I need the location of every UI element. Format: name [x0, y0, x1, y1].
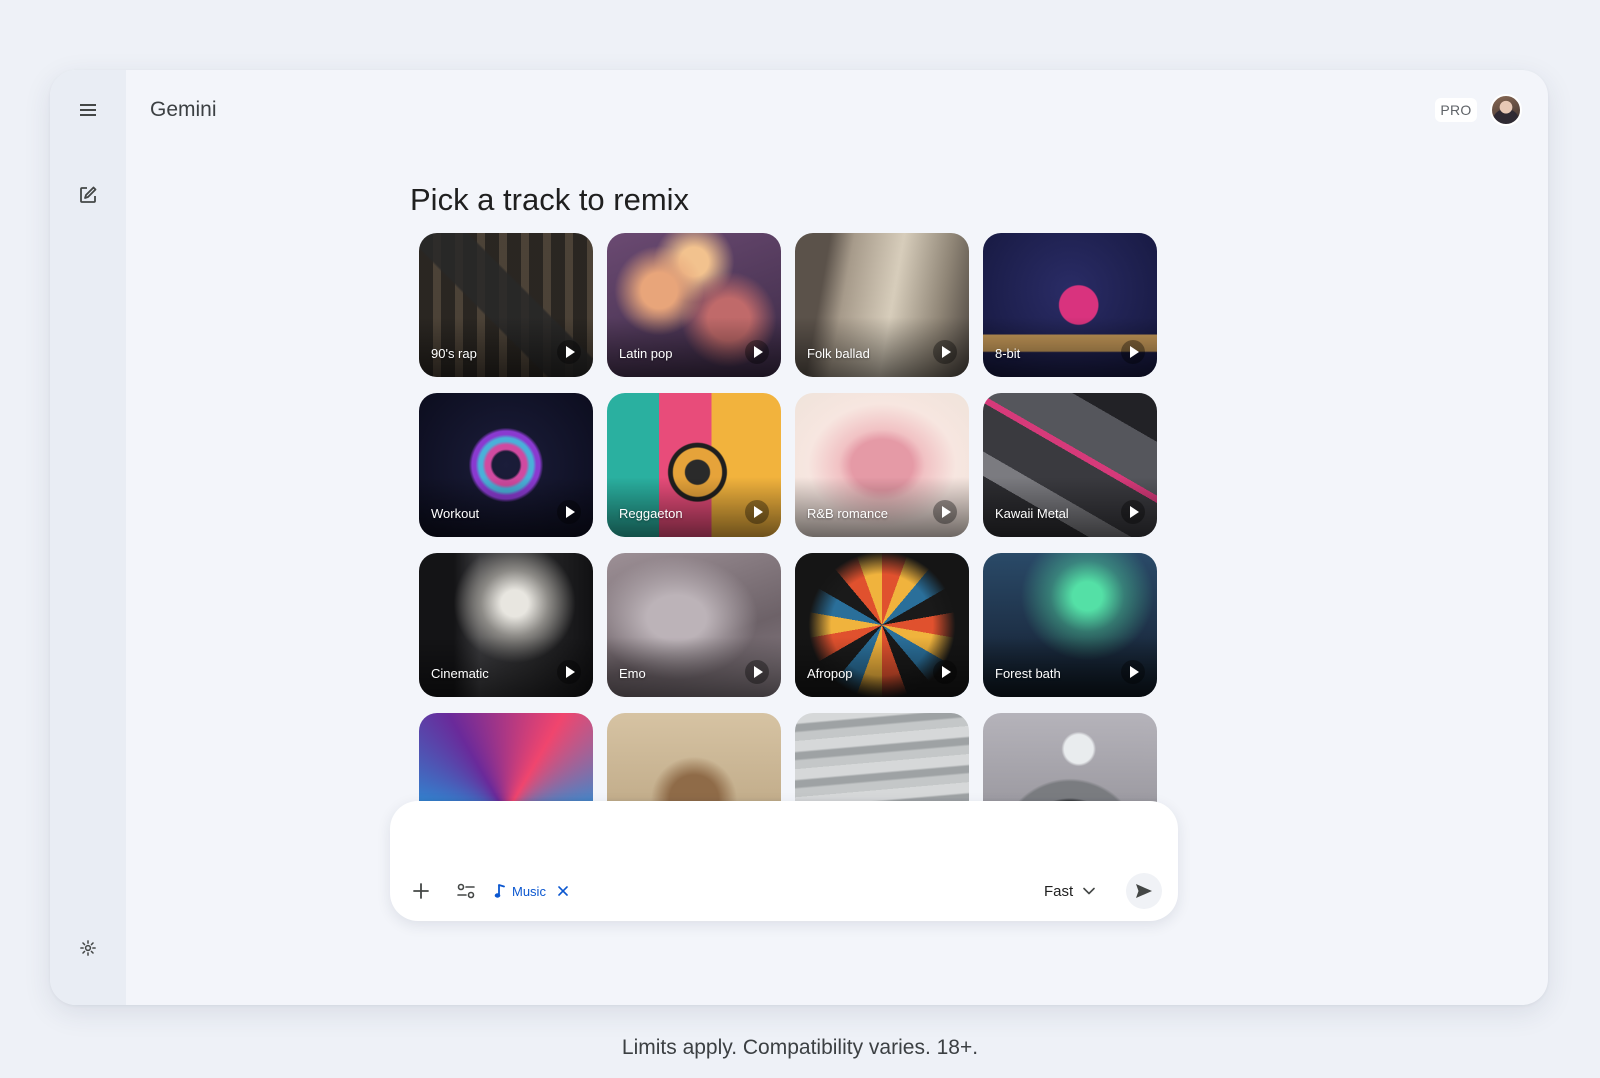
- track-card[interactable]: Latin pop: [607, 233, 781, 377]
- model-selector[interactable]: Fast: [1044, 877, 1095, 905]
- track-card[interactable]: Afropop: [795, 553, 969, 697]
- new-chat-button[interactable]: [68, 175, 108, 215]
- track-card[interactable]: Kawaii Metal: [983, 393, 1157, 537]
- music-chip-label: Music: [512, 883, 546, 899]
- gear-icon: [80, 940, 96, 956]
- tools-icon: [457, 883, 475, 899]
- play-icon[interactable]: [1121, 660, 1145, 684]
- track-label: Folk ballad: [807, 346, 870, 361]
- send-icon: [1136, 884, 1152, 898]
- music-tool-chip[interactable]: Music: [494, 877, 568, 905]
- track-card[interactable]: R&B romance: [795, 393, 969, 537]
- track-grid: 90's rap Latin pop Folk ballad 8-bit Wor…: [419, 233, 1159, 803]
- track-card[interactable]: [607, 713, 781, 803]
- track-card[interactable]: [419, 713, 593, 803]
- menu-button[interactable]: [68, 90, 108, 130]
- play-icon[interactable]: [1121, 500, 1145, 524]
- remove-chip-button[interactable]: [558, 886, 568, 896]
- track-label: Cinematic: [431, 666, 489, 681]
- chevron-down-icon: [1083, 887, 1095, 895]
- music-note-icon: [494, 884, 505, 898]
- settings-button[interactable]: [68, 928, 108, 968]
- avatar[interactable]: [1490, 94, 1522, 126]
- prompt-input[interactable]: [414, 817, 1158, 859]
- prompt-composer: Music Fast: [390, 801, 1178, 921]
- track-label: Kawaii Metal: [995, 506, 1069, 521]
- app-title: Gemini: [150, 98, 217, 121]
- track-label: R&B romance: [807, 506, 888, 521]
- track-label: Latin pop: [619, 346, 673, 361]
- play-icon[interactable]: [745, 500, 769, 524]
- play-icon[interactable]: [745, 660, 769, 684]
- play-icon[interactable]: [933, 660, 957, 684]
- plus-icon: [413, 883, 429, 899]
- track-label: Afropop: [807, 666, 853, 681]
- track-label: Forest bath: [995, 666, 1061, 681]
- model-label: Fast: [1044, 882, 1074, 900]
- menu-icon: [80, 104, 96, 116]
- play-icon[interactable]: [745, 340, 769, 364]
- sidebar-rail: [50, 70, 126, 1005]
- edit-icon: [80, 186, 97, 203]
- track-label: Emo: [619, 666, 646, 681]
- track-card[interactable]: Reggaeton: [607, 393, 781, 537]
- app-window: Gemini PRO Pick a track to remix 90's ra…: [50, 70, 1548, 1005]
- tools-button[interactable]: [448, 873, 484, 909]
- track-label: Reggaeton: [619, 506, 683, 521]
- track-label: Workout: [431, 506, 480, 521]
- play-icon[interactable]: [557, 500, 581, 524]
- disclaimer-text: Limits apply. Compatibility varies. 18+.: [621, 1036, 979, 1059]
- track-card[interactable]: Folk ballad: [795, 233, 969, 377]
- send-button[interactable]: [1126, 873, 1162, 909]
- pro-badge: PRO: [1435, 98, 1477, 122]
- close-icon: [558, 886, 568, 896]
- track-label: 90's rap: [431, 346, 477, 361]
- track-card[interactable]: 90's rap: [419, 233, 593, 377]
- play-icon[interactable]: [557, 340, 581, 364]
- track-label: 8-bit: [995, 346, 1021, 361]
- add-button[interactable]: [403, 873, 439, 909]
- track-card[interactable]: [983, 713, 1157, 803]
- page-heading: Pick a track to remix: [410, 182, 690, 217]
- track-card[interactable]: Cinematic: [419, 553, 593, 697]
- track-card[interactable]: Workout: [419, 393, 593, 537]
- play-icon[interactable]: [1121, 340, 1145, 364]
- play-icon[interactable]: [933, 500, 957, 524]
- track-card[interactable]: [795, 713, 969, 803]
- track-card[interactable]: 8-bit: [983, 233, 1157, 377]
- track-card[interactable]: Forest bath: [983, 553, 1157, 697]
- track-card[interactable]: Emo: [607, 553, 781, 697]
- play-icon[interactable]: [933, 340, 957, 364]
- play-icon[interactable]: [557, 660, 581, 684]
